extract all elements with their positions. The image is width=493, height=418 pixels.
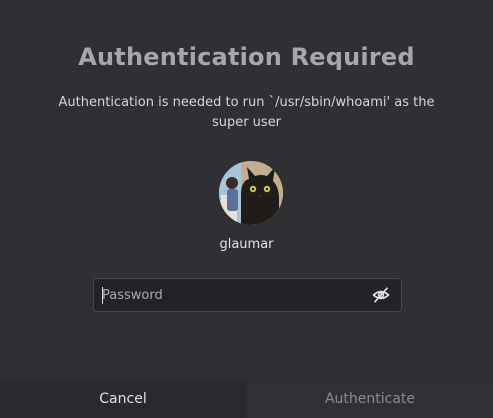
eye-off-icon[interactable] [371, 286, 391, 304]
username-label: glaumar [219, 237, 274, 252]
cancel-button[interactable]: Cancel [0, 380, 246, 418]
password-input[interactable] [102, 279, 360, 311]
avatar [219, 161, 283, 225]
avatar-image [219, 161, 283, 225]
dialog-title: Authentication Required [78, 43, 415, 71]
button-bar: Cancel Authenticate [0, 380, 493, 418]
dialog-message: Authentication is needed to run `/usr/sb… [58, 95, 435, 130]
password-field[interactable] [93, 278, 402, 312]
authenticate-button[interactable]: Authenticate [246, 380, 493, 418]
auth-dialog: Authentication Required Authentication i… [0, 0, 493, 418]
